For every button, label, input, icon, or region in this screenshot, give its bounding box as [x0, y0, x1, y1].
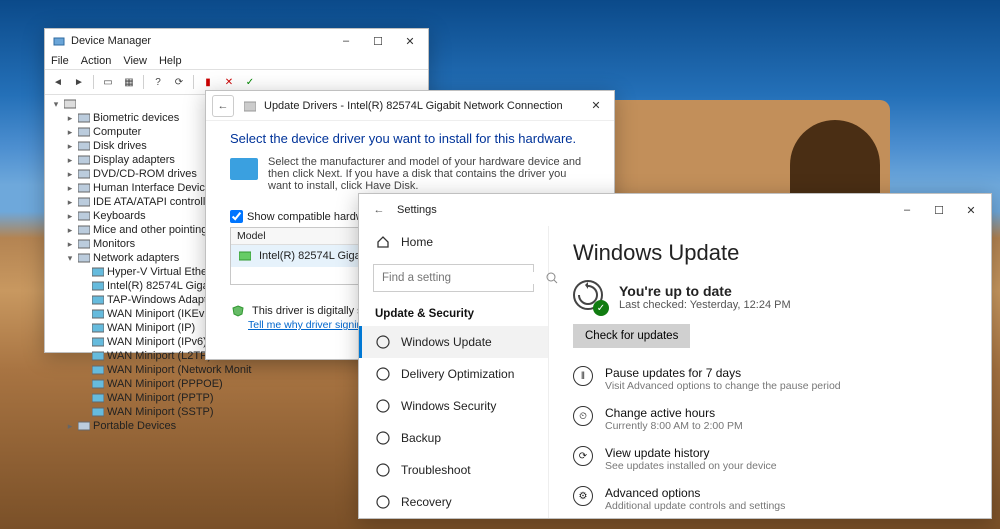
menu-view[interactable]: View: [123, 55, 147, 67]
toolbar-icon[interactable]: ✓: [241, 73, 259, 91]
option-row[interactable]: ⟳ View update historySee updates installe…: [573, 446, 967, 472]
close-button[interactable]: ✕: [955, 199, 987, 221]
shield-icon: [230, 303, 246, 319]
status-title: You're up to date: [619, 283, 732, 299]
update-status: ✓ You're up to date Last checked: Yester…: [573, 280, 967, 314]
search-input[interactable]: [374, 272, 544, 284]
sidebar-icon: [375, 366, 391, 382]
sidebar-category: Update & Security: [359, 300, 548, 326]
close-button[interactable]: ✕: [580, 95, 612, 117]
sidebar-label: Troubleshoot: [401, 463, 471, 477]
settings-main: Windows Update ✓ You're up to date Last …: [549, 226, 991, 518]
status-subtitle: Last checked: Yesterday, 12:24 PM: [619, 299, 791, 311]
option-title: Pause updates for 7 days: [605, 366, 841, 380]
sidebar-icon: [375, 398, 391, 414]
sidebar-item[interactable]: Windows Security: [359, 390, 548, 422]
titlebar[interactable]: ← Settings – ☐ ✕: [359, 194, 991, 226]
sidebar-icon: [375, 494, 391, 510]
back-button[interactable]: ←: [369, 199, 389, 221]
sidebar-icon: [375, 430, 391, 446]
sidebar-icon: [375, 334, 391, 350]
settings-window: ← Settings – ☐ ✕ Home Update & Security …: [358, 193, 992, 519]
sidebar-icon: [375, 462, 391, 478]
option-icon: ⟳: [573, 446, 593, 466]
breadcrumb: Update Drivers - Intel(R) 82574L Gigabit…: [264, 100, 563, 112]
check-updates-button[interactable]: Check for updates: [573, 324, 690, 348]
toolbar-icon[interactable]: ▭: [99, 73, 117, 91]
maximize-button[interactable]: ☐: [923, 199, 955, 221]
sidebar-item[interactable]: Troubleshoot: [359, 454, 548, 486]
sidebar-item[interactable]: Recovery: [359, 486, 548, 518]
search-box[interactable]: [373, 264, 534, 292]
menu-file[interactable]: File: [51, 55, 69, 67]
settings-sidebar: Home Update & Security Windows Update Del…: [359, 226, 549, 518]
status-icon: ✓: [573, 280, 607, 314]
option-subtitle: See updates installed on your device: [605, 460, 777, 472]
option-row[interactable]: ⏲ Change active hoursCurrently 8:00 AM to…: [573, 406, 967, 432]
option-icon: ‖: [573, 366, 593, 386]
menu-help[interactable]: Help: [159, 55, 182, 67]
dialog-heading: Select the device driver you want to ins…: [230, 131, 590, 146]
menubar: File Action View Help: [45, 53, 428, 70]
minimize-button[interactable]: –: [891, 199, 923, 221]
window-title: Device Manager: [71, 35, 151, 47]
sidebar-item[interactable]: Windows Update: [359, 326, 548, 358]
back-icon[interactable]: ◄: [49, 73, 67, 91]
option-subtitle: Currently 8:00 AM to 2:00 PM: [605, 420, 743, 432]
sidebar-label: Home: [401, 235, 433, 249]
sidebar-item-home[interactable]: Home: [359, 226, 548, 258]
option-title: Change active hours: [605, 406, 743, 420]
forward-icon[interactable]: ►: [70, 73, 88, 91]
app-icon: [51, 33, 67, 49]
toolbar-icon[interactable]: ⟳: [170, 73, 188, 91]
window-title: Settings: [397, 204, 437, 216]
sidebar-label: Backup: [401, 431, 441, 445]
toolbar-icon[interactable]: ▦: [120, 73, 138, 91]
sidebar-item[interactable]: Delivery Optimization: [359, 358, 548, 390]
option-title: View update history: [605, 446, 777, 460]
sidebar-label: Delivery Optimization: [401, 367, 514, 381]
sidebar-label: Recovery: [401, 495, 452, 509]
home-icon: [375, 234, 391, 250]
drive-icon: [242, 98, 258, 114]
option-title: Advanced options: [605, 486, 785, 500]
titlebar[interactable]: ← Update Drivers - Intel(R) 82574L Gigab…: [206, 91, 614, 121]
disk-icon: [230, 158, 258, 180]
option-subtitle: Additional update controls and settings: [605, 500, 785, 512]
network-adapter-icon: [237, 248, 253, 264]
page-title: Windows Update: [573, 240, 967, 266]
toolbar-icon[interactable]: ?: [149, 73, 167, 91]
checkbox-input[interactable]: [230, 210, 243, 223]
close-button[interactable]: ✕: [394, 30, 426, 52]
option-icon: ⏲: [573, 406, 593, 426]
option-row[interactable]: ⚙ Advanced optionsAdditional update contr…: [573, 486, 967, 512]
back-button[interactable]: ←: [212, 95, 234, 117]
sidebar-label: Windows Update: [401, 335, 492, 349]
sidebar-label: Windows Security: [401, 399, 496, 413]
toolbar-icon[interactable]: ✕: [220, 73, 238, 91]
instruction-text: Select the manufacturer and model of you…: [268, 156, 590, 192]
maximize-button[interactable]: ☐: [362, 30, 394, 52]
option-row[interactable]: ‖ Pause updates for 7 daysVisit Advanced …: [573, 366, 967, 392]
sidebar-item[interactable]: Backup: [359, 422, 548, 454]
toolbar-icon[interactable]: ▮: [199, 73, 217, 91]
minimize-button[interactable]: –: [330, 30, 362, 52]
option-subtitle: Visit Advanced options to change the pau…: [605, 380, 841, 392]
check-icon: ✓: [593, 300, 609, 316]
option-icon: ⚙: [573, 486, 593, 506]
menu-action[interactable]: Action: [81, 55, 112, 67]
titlebar[interactable]: Device Manager – ☐ ✕: [45, 29, 428, 53]
